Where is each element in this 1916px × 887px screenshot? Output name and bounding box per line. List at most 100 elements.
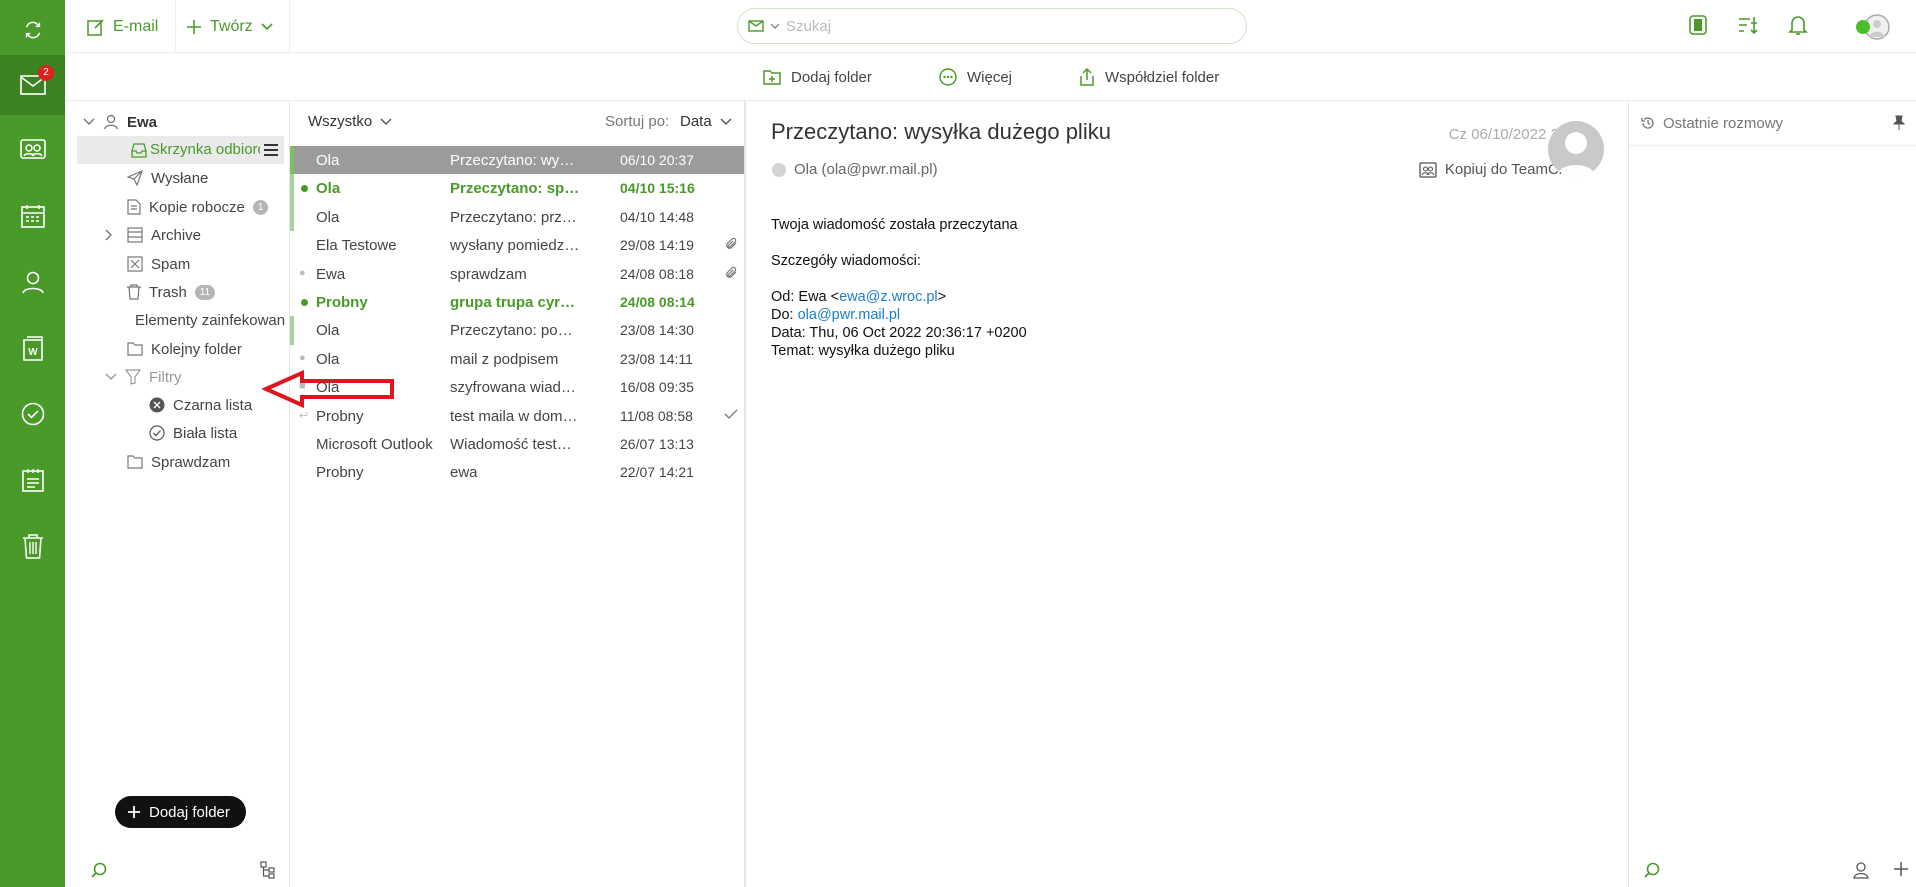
message-row[interactable]: ● Ewa sprawdzam 24/08 08:18 xyxy=(290,260,744,288)
folder-archive[interactable]: Archive xyxy=(105,221,201,249)
message-from: Probny xyxy=(316,407,364,425)
body-line-from: Od: Ewa <ewa@z.wroc.pl> xyxy=(771,289,947,305)
sort-label: Sortuj po: xyxy=(605,113,670,130)
folder-label: Kolejny folder xyxy=(151,340,242,358)
mail-scope-icon[interactable] xyxy=(748,20,764,32)
sort-settings-button[interactable] xyxy=(1737,14,1759,36)
message-subject-heading: Przeczytano: wysyłka dużego pliku xyxy=(771,119,1111,144)
person-icon xyxy=(103,114,119,130)
folder-infected[interactable]: Elementy zainfekowane xyxy=(127,306,285,334)
message-from: Ewa xyxy=(316,265,346,283)
chevron-down-icon[interactable] xyxy=(770,23,780,30)
folder-label: Elementy zainfekowane xyxy=(135,311,285,329)
message-row[interactable]: Ola Przeczytano: przekierowanie 04/10 14… xyxy=(290,202,744,232)
message-date: 22/07 14:21 xyxy=(620,464,694,481)
folder-label: Czarna lista xyxy=(173,396,253,414)
contacts-card-button[interactable] xyxy=(0,120,65,180)
message-subject: ewa xyxy=(450,464,478,482)
email-compose-button[interactable]: E-mail xyxy=(87,0,158,53)
calendar-button[interactable] xyxy=(0,186,65,246)
sort-dropdown[interactable]: Data xyxy=(680,113,732,130)
conversation-search-button[interactable] xyxy=(1643,861,1661,879)
menu-icon[interactable] xyxy=(264,144,278,156)
share-icon xyxy=(1080,68,1094,86)
user-avatar-icon xyxy=(1856,14,1890,40)
message-row[interactable]: Probny ewa 22/07 14:21 xyxy=(290,458,744,486)
folder-count: 11 xyxy=(194,284,216,300)
pin-icon[interactable] xyxy=(1893,115,1905,131)
message-subject: test maila w domenie xyxy=(450,407,580,425)
app-rail: 2 W xyxy=(0,0,65,887)
mail-module-button[interactable]: 2 xyxy=(0,55,65,115)
message-subject: Wiadomość testowa xyxy=(450,436,580,453)
more-button[interactable]: Więcej xyxy=(939,53,1012,101)
tasks-button[interactable] xyxy=(0,384,65,444)
to-email-link[interactable]: ola@pwr.mail.pl xyxy=(798,307,901,323)
reading-pane: Przeczytano: wysyłka dużego pliku Cz 06/… xyxy=(748,101,1628,887)
filter-label: Wszystko xyxy=(308,113,373,130)
search-icon xyxy=(91,862,107,878)
folder-trash[interactable]: Trash 11 xyxy=(127,278,216,306)
folder-inbox[interactable]: Skrzynka odbiorcza xyxy=(77,136,284,164)
contact-settings-button[interactable] xyxy=(1853,861,1871,879)
chevron-down-icon[interactable] xyxy=(105,373,117,381)
filter-whitelist[interactable]: Biała lista xyxy=(149,419,237,447)
folder-label: Archive xyxy=(151,226,202,244)
search-input[interactable] xyxy=(786,17,1226,35)
notes-button[interactable] xyxy=(0,450,65,510)
folder-check[interactable]: Sprawdzam xyxy=(127,448,230,476)
folder-sent[interactable]: Wysłane xyxy=(127,164,208,192)
add-folder-button[interactable]: Dodaj folder xyxy=(115,796,246,828)
message-date: 29/08 14:19 xyxy=(620,237,694,254)
share-folder-button[interactable]: Współdziel folder xyxy=(1079,53,1219,101)
account-node[interactable]: Ewa xyxy=(83,108,157,136)
add-conversation-button[interactable] xyxy=(1893,861,1909,877)
trash-module-button[interactable] xyxy=(0,516,65,576)
message-row[interactable]: ■ Ola szyfrowana wiadomość 16/08 09:35 xyxy=(290,373,744,401)
filter-dropdown[interactable]: Wszystko xyxy=(308,113,392,130)
unread-dot xyxy=(301,299,308,306)
user-status-button[interactable] xyxy=(1855,13,1891,41)
message-from: Microsoft Outlook xyxy=(316,436,433,453)
add-folder-toolbar-button[interactable]: Dodaj folder xyxy=(763,53,872,101)
notifications-button[interactable] xyxy=(1788,14,1808,36)
folder-filters[interactable]: Filtry xyxy=(105,363,182,391)
body-line-date: Data: Thu, 06 Oct 2022 20:36:17 +0200 xyxy=(771,325,1027,341)
folder-another[interactable]: Kolejny folder xyxy=(127,335,242,363)
folder-spam[interactable]: Spam xyxy=(127,250,190,278)
message-row[interactable]: Ela Testowe wysłany pomiedzy domenami 29… xyxy=(290,231,744,259)
message-row[interactable]: Ola Przeczytano: sprawdzam 04/10 15:16 xyxy=(290,174,744,203)
message-row[interactable]: Ola Przeczytano: wysyłka dużego pliku 06… xyxy=(290,146,744,175)
check-circle-icon xyxy=(149,425,165,441)
chevron-right-icon[interactable] xyxy=(105,229,113,241)
folder-search-button[interactable] xyxy=(90,861,108,879)
message-row[interactable]: Ola Przeczytano: podpis 23/08 14:30 xyxy=(290,316,744,345)
pin-icon: ● xyxy=(299,351,306,364)
contacts-button[interactable] xyxy=(0,252,65,312)
filter-blacklist[interactable]: Czarna lista xyxy=(149,391,252,419)
refresh-icon xyxy=(25,21,40,39)
plus-icon xyxy=(187,19,201,34)
documents-button[interactable]: W xyxy=(0,318,65,378)
folder-tree-button[interactable] xyxy=(260,861,276,879)
pin-icon: ● xyxy=(299,266,306,279)
message-row[interactable]: Microsoft Outlook Wiadomość testowa 26/0… xyxy=(290,430,744,458)
row-marker xyxy=(290,316,294,345)
folder-drafts[interactable]: Kopie robocze 1 xyxy=(127,193,269,221)
trash-icon xyxy=(127,284,141,300)
chevron-down-icon[interactable] xyxy=(83,118,95,126)
message-row[interactable]: Probny grupa trupa cyrkowa 24/08 08:14 xyxy=(290,288,744,316)
message-row[interactable]: ↩ Probny test maila w domenie 11/08 08:5… xyxy=(290,402,744,430)
create-dropdown-button[interactable]: Twórz xyxy=(186,0,273,53)
message-date: 26/07 13:13 xyxy=(620,436,694,452)
message-subject: wysłany pomiedzy domenami xyxy=(450,237,580,255)
folder-add-icon xyxy=(763,70,781,85)
folder-icon xyxy=(127,342,143,356)
refresh-button[interactable] xyxy=(0,0,65,60)
teamchat-button[interactable] xyxy=(1688,14,1708,36)
from-email-link[interactable]: ewa@z.wroc.pl xyxy=(839,289,938,305)
message-sender[interactable]: Ola (ola@pwr.mail.pl) xyxy=(772,161,938,178)
list-sort-icon xyxy=(1739,17,1758,35)
message-row[interactable]: ● Ola mail z podpisem 23/08 14:11 xyxy=(290,345,744,373)
word-document-icon: W xyxy=(22,336,43,361)
